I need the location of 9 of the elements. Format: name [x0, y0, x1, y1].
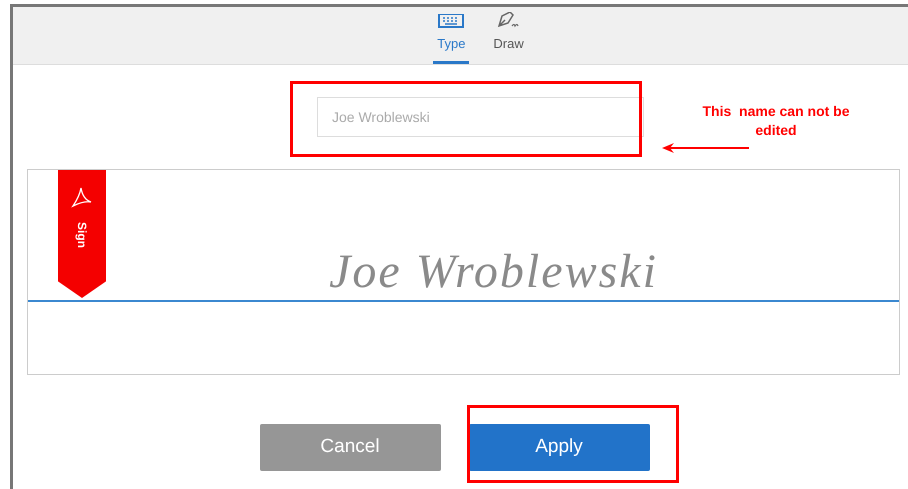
apply-button[interactable]: Apply: [468, 424, 650, 471]
annotation-text: This name can not be edited: [701, 102, 851, 140]
signature: Joe Wroblewski: [329, 248, 658, 300]
acrobat-logo-icon: [71, 186, 93, 208]
tab[interactable]: Draw: [489, 12, 528, 64]
ribbon-label: Sign: [74, 222, 90, 248]
keyboard-icon: [438, 14, 464, 28]
cancel-button[interactable]: Cancel: [260, 424, 440, 471]
tab[interactable]: Type: [433, 14, 470, 64]
